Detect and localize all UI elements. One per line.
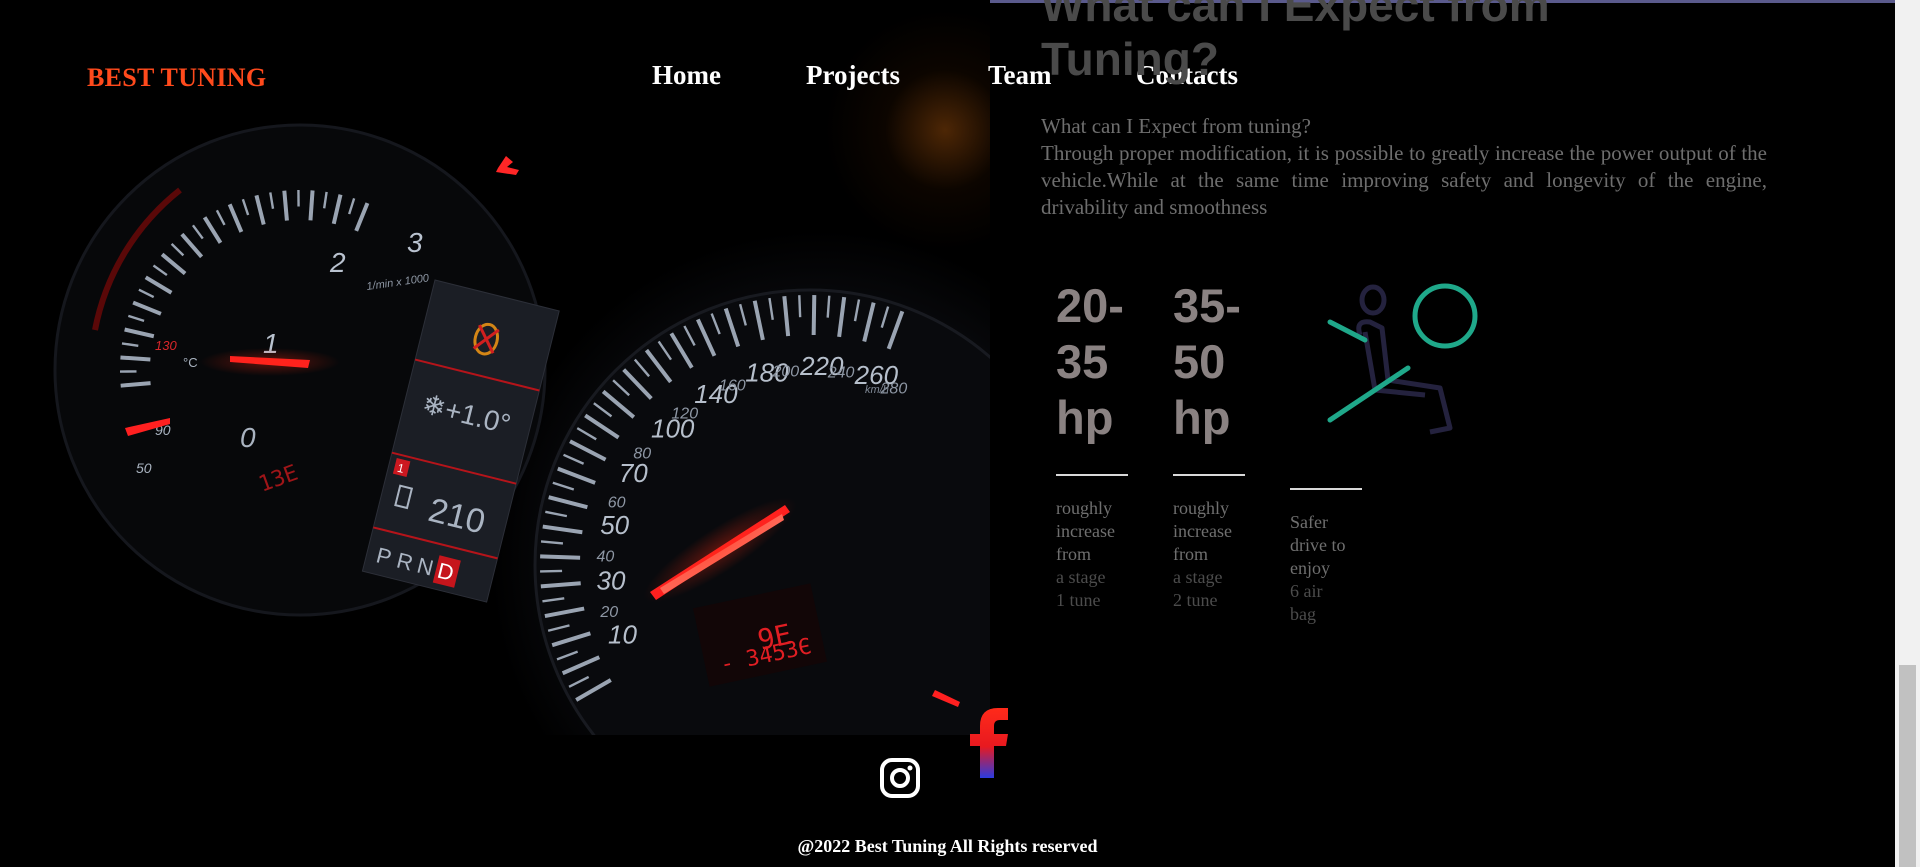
desc-line: roughly bbox=[1173, 498, 1229, 518]
temp-unit: °C bbox=[183, 355, 198, 370]
speed-label: 240 bbox=[827, 365, 855, 382]
desc-line: a stage bbox=[1173, 567, 1223, 587]
speed-label: 50 bbox=[600, 510, 629, 540]
speed-label: 20 bbox=[599, 604, 618, 621]
safety-divider bbox=[1290, 488, 1362, 490]
section-heading-line2: Tuning? bbox=[1041, 33, 1219, 85]
dashboard-illustration: 0 1 2 3 1/min x 1000 130 90 50 °C 13E ❄+… bbox=[53, 123, 990, 735]
desc-line: 2 tune bbox=[1173, 590, 1218, 610]
speed-tick bbox=[811, 295, 817, 336]
speed-label: 80 bbox=[633, 446, 651, 463]
stat-stage2-divider bbox=[1173, 474, 1245, 476]
stat-stage1-divider bbox=[1056, 474, 1128, 476]
tach-tick bbox=[120, 381, 151, 388]
stat-stage1-line: 20- bbox=[1056, 279, 1124, 332]
desc-line: increase bbox=[1173, 521, 1232, 541]
facebook-icon[interactable] bbox=[966, 706, 1012, 778]
speed-label: 30 bbox=[597, 565, 626, 595]
stat-stage2-value: 35- 50 hp bbox=[1173, 278, 1241, 446]
tach-tick bbox=[308, 190, 315, 221]
speed-label: 10 bbox=[608, 619, 637, 649]
speed-label: 160 bbox=[719, 377, 746, 394]
desc-line: enjoy bbox=[1290, 558, 1330, 578]
stat-stage1-line: 35 bbox=[1056, 335, 1109, 388]
scrollbar-thumb[interactable] bbox=[1899, 665, 1916, 867]
stat-stage2-description: roughly increase from a stage 2 tune bbox=[1173, 497, 1253, 612]
temp-label-130: 130 bbox=[155, 338, 177, 353]
desc-line: increase bbox=[1056, 521, 1115, 541]
desc-line: 1 tune bbox=[1056, 590, 1101, 610]
desc-line: from bbox=[1056, 544, 1091, 564]
stat-stage1-line: hp bbox=[1056, 391, 1114, 444]
desc-line: 6 air bbox=[1290, 581, 1323, 601]
speed-label: 70 bbox=[619, 458, 648, 488]
tach-label-3: 3 bbox=[407, 227, 423, 258]
speed-tick bbox=[540, 569, 563, 573]
stat-stage1-value: 20- 35 hp bbox=[1056, 278, 1124, 446]
speed-tick bbox=[826, 295, 831, 318]
speed-label: 60 bbox=[608, 495, 626, 512]
section-intro: What can I Expect from tuning? Through p… bbox=[1041, 113, 1767, 221]
temp-label-50: 50 bbox=[136, 460, 152, 476]
instagram-icon[interactable] bbox=[879, 757, 921, 799]
tach-label-0: 0 bbox=[240, 422, 256, 453]
airbag-icon bbox=[1327, 283, 1478, 435]
desc-line: roughly bbox=[1056, 498, 1112, 518]
desc-line: from bbox=[1173, 544, 1208, 564]
seatbelt-warning-icon bbox=[496, 156, 519, 175]
nav-home[interactable]: Home bbox=[652, 60, 721, 91]
stat-stage1-description: roughly increase from a stage 1 tune bbox=[1056, 497, 1136, 612]
brand-logo[interactable]: BEST TUNING bbox=[87, 63, 266, 93]
footer-copyright: @2022 Best Tuning All Rights reserved bbox=[797, 836, 1098, 856]
tach-label-2: 2 bbox=[329, 247, 346, 278]
stat-stage2-line: hp bbox=[1173, 391, 1231, 444]
speed-tick bbox=[540, 554, 581, 560]
section-heading: What can I Expect from Tuning? bbox=[1041, 0, 1661, 86]
nav-projects[interactable]: Projects bbox=[806, 60, 900, 91]
hero-dashboard-image: 0 1 2 3 1/min x 1000 130 90 50 °C 13E ❄+… bbox=[0, 0, 990, 735]
speed-unit: km/h bbox=[865, 384, 889, 396]
desc-line: bag bbox=[1290, 604, 1316, 624]
tach-tick bbox=[120, 355, 151, 362]
speed-tick bbox=[798, 295, 802, 318]
intro-body: Through proper modification, it is possi… bbox=[1041, 141, 1767, 219]
intro-title: What can I Expect from tuning? bbox=[1041, 114, 1311, 138]
speed-label: 200 bbox=[771, 363, 799, 380]
tach-tick bbox=[282, 190, 289, 221]
page-scrollbar[interactable] bbox=[1895, 0, 1920, 867]
desc-line: Safer bbox=[1290, 512, 1328, 532]
desc-line: a stage bbox=[1056, 567, 1106, 587]
safety-description: Safer drive to enjoy 6 air bag bbox=[1290, 511, 1370, 626]
stat-stage2-line: 50 bbox=[1173, 335, 1226, 388]
desc-line: drive to bbox=[1290, 535, 1346, 555]
stat-stage2-line: 35- bbox=[1173, 279, 1241, 332]
speed-label: 40 bbox=[596, 549, 614, 566]
section-heading-line1: What can I Expect from bbox=[1041, 0, 1550, 31]
